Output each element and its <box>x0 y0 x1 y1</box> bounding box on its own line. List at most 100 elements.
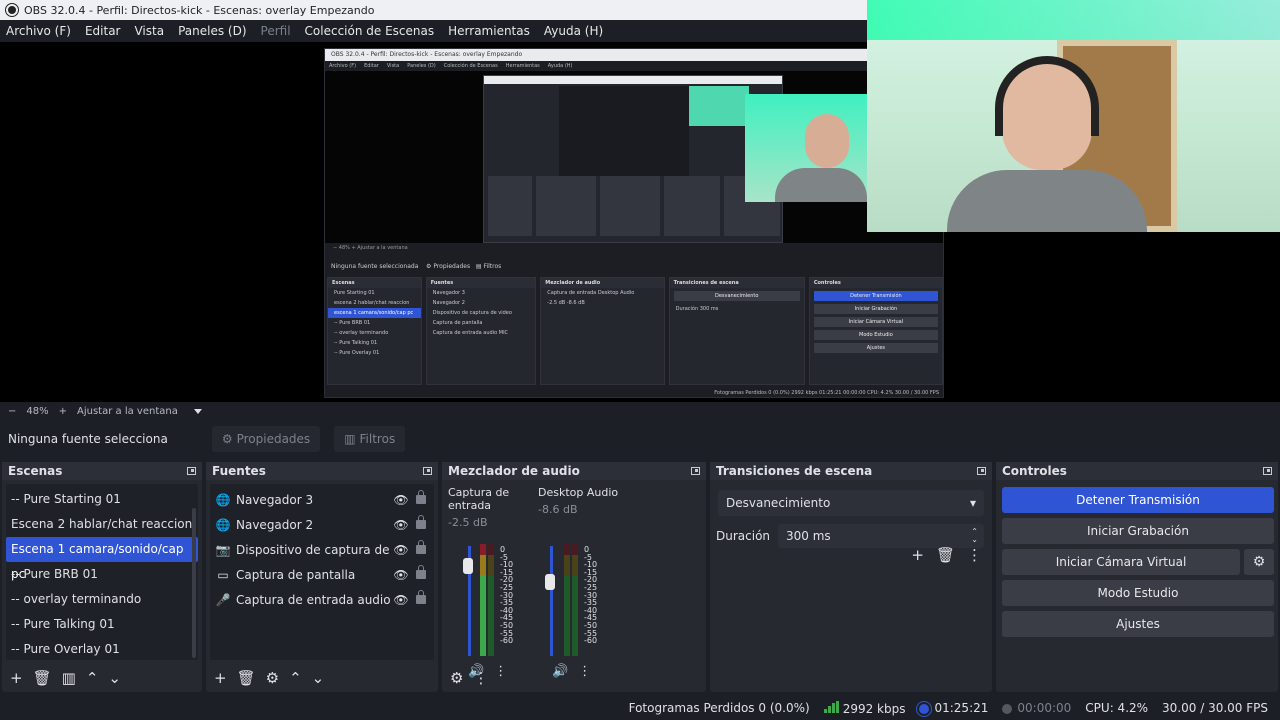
volume-slider-handle[interactable] <box>545 574 555 590</box>
scenes-scrollbar[interactable] <box>192 508 196 658</box>
trash-icon[interactable]: 🗑 <box>237 669 256 687</box>
start-recording-button[interactable]: Iniciar Grabación <box>1002 518 1274 544</box>
arrow-up-icon[interactable]: ⌃ <box>289 669 302 687</box>
eye-icon[interactable]: 👁 <box>392 518 410 532</box>
lock-icon[interactable] <box>416 490 426 504</box>
undock-icon[interactable] <box>187 467 196 475</box>
menu-herramientas[interactable]: Herramientas <box>448 24 530 38</box>
nested-control-button: Ajustes <box>813 343 939 353</box>
menu-paneles[interactable]: Paneles (D) <box>178 24 246 38</box>
menu-perfil[interactable]: Perfil <box>261 24 291 38</box>
transition-select[interactable]: Desvanecimiento ▾ <box>718 490 984 516</box>
add-source-icon[interactable]: + <box>214 669 227 687</box>
kebab-menu-icon[interactable]: ⋮ <box>473 669 488 687</box>
trash-icon[interactable]: 🗑 <box>936 546 955 564</box>
scene-item[interactable]: -- Pure Overlay 01 <box>6 637 198 662</box>
menu-ayuda[interactable]: Ayuda (H) <box>544 24 603 38</box>
gear-icon[interactable]: ⚙ <box>266 669 279 687</box>
eye-icon[interactable]: 👁 <box>392 593 410 607</box>
nested-scene-item: escena 1 camara/sonido/cap pc <box>328 308 421 318</box>
nested-properties: Propiedades <box>433 263 471 270</box>
globe-icon: 🌐 <box>215 492 231 507</box>
eye-icon[interactable]: 👁 <box>392 543 410 557</box>
duration-spinbox[interactable]: 300 ms ⌃ ⌄ <box>778 524 984 548</box>
lock-icon[interactable] <box>416 540 426 554</box>
trash-icon[interactable]: 🗑 <box>33 669 52 687</box>
menu-archivo[interactable]: Archivo (F) <box>6 24 71 38</box>
add-scene-icon[interactable]: + <box>10 669 23 687</box>
camera-icon: 📷 <box>215 542 231 557</box>
scene-item[interactable]: -- Pure Starting 01 <box>6 487 198 512</box>
undock-icon[interactable] <box>423 467 432 475</box>
bitrate-value: 2992 kbps <box>842 701 906 716</box>
scene-item[interactable]: -- overlay terminando <box>6 587 198 612</box>
channel-name: Desktop Audio <box>538 486 619 499</box>
zoom-out-button[interactable]: − <box>8 406 16 417</box>
spin-arrows-icon[interactable]: ⌃ ⌄ <box>971 528 978 544</box>
scale-tick: -60 <box>584 636 598 646</box>
source-item[interactable]: 🎤 Captura de entrada audio MIC 👁 <box>210 587 434 612</box>
undock-icon[interactable] <box>691 467 700 475</box>
stream-timer: 01:25:21 <box>919 701 988 715</box>
nested-menu-item: Editar <box>364 63 379 69</box>
nested-menu-item: Colección de Escenas <box>443 63 498 69</box>
nested-scene-item: escena 2 hablar/chat reaccion <box>334 300 410 306</box>
scene-item-selected[interactable]: Escena 1 camara/sonido/cap pc <box>6 537 198 581</box>
stream-time: 01:25:21 <box>934 701 989 715</box>
nested-filters: Filtros <box>483 263 502 270</box>
nested-duration: Duración 300 ms <box>670 304 804 314</box>
source-item[interactable]: 🌐 Navegador 2 👁 <box>210 512 434 537</box>
eye-icon[interactable]: 👁 <box>392 493 410 507</box>
zoom-in-button[interactable]: + <box>59 406 67 417</box>
lock-icon[interactable] <box>416 590 426 604</box>
source-item[interactable]: ▭ Captura de pantalla 👁 <box>210 562 434 587</box>
nested-window-title: OBS 32.0.4 - Perfil: Directos-kick - Esc… <box>325 49 943 61</box>
source-item[interactable]: 🌐 Navegador 3 👁 <box>210 487 434 512</box>
menu-editar[interactable]: Editar <box>85 24 121 38</box>
volume-slider[interactable] <box>550 546 553 656</box>
properties-button[interactable]: ⚙ Propiedades <box>211 426 321 452</box>
mixer-dock-header: Mezclador de audio <box>442 462 706 480</box>
scene-item[interactable]: Escena 2 hablar/chat reaccion <box>6 512 198 537</box>
menu-coleccion-escenas[interactable]: Colección de Escenas <box>305 24 435 38</box>
settings-button[interactable]: Ajustes <box>1002 611 1274 637</box>
filter-icon[interactable]: ▥ <box>62 669 76 687</box>
kebab-menu-icon[interactable]: ⋮ <box>967 546 982 564</box>
start-virtual-camera-button[interactable]: Iniciar Cámara Virtual <box>1002 549 1240 575</box>
scene-item[interactable]: -- Pure Talking 01 <box>6 612 198 637</box>
scenes-dock-header: Escenas <box>2 462 202 480</box>
lock-icon[interactable] <box>416 515 426 529</box>
audio-mixer-dock: Mezclador de audio Captura de entrada -2… <box>442 462 706 692</box>
properties-label: Propiedades <box>236 432 311 446</box>
streamer-person <box>947 50 1147 232</box>
gear-icon[interactable]: ⚙ <box>1244 549 1274 575</box>
undock-icon[interactable] <box>1263 467 1272 475</box>
eye-icon[interactable]: 👁 <box>392 568 410 582</box>
nested-docks: Escenas Pure Starting 01 escena 2 hablar… <box>325 277 943 385</box>
menu-vista[interactable]: Vista <box>134 24 164 38</box>
arrow-down-icon[interactable]: ⌄ <box>108 669 121 687</box>
advanced-audio-icon[interactable]: ⚙ <box>450 669 463 687</box>
nested-controls-dock: Controles Detener Transmisión Iniciar Gr… <box>808 277 943 385</box>
volume-slider-handle[interactable] <box>463 558 473 574</box>
filters-button[interactable]: ▥ Filtros <box>334 426 406 452</box>
stop-streaming-button[interactable]: Detener Transmisión <box>1002 487 1274 513</box>
channel-db: -2.5 dB <box>448 516 488 529</box>
chevron-down-icon[interactable] <box>193 408 202 414</box>
arrow-up-icon[interactable]: ⌃ <box>86 669 99 687</box>
scene-item[interactable]: -- Pure BRB 01 <box>6 562 198 587</box>
mixer-channel-desktop: Desktop Audio -8.6 dB 0 -5 -10 -15 -20 -… <box>538 486 628 679</box>
studio-mode-button[interactable]: Modo Estudio <box>1002 580 1274 606</box>
sources-dock: Fuentes 🌐 Navegador 3 👁 🌐 Navegador 2 👁 … <box>206 462 438 692</box>
fit-to-window-select[interactable]: Ajustar a la ventana <box>77 406 178 417</box>
nested-mixer-db: -2.5 dB -8.6 dB <box>541 298 663 308</box>
transition-tools: + 🗑 ⋮ <box>911 546 982 564</box>
nested-duration-value: 300 ms <box>699 306 719 312</box>
duration-label: Duración <box>716 529 771 543</box>
arrow-down-icon[interactable]: ⌄ <box>312 669 325 687</box>
add-transition-icon[interactable]: + <box>911 546 924 564</box>
level-meter <box>488 544 494 656</box>
undock-icon[interactable] <box>977 467 986 475</box>
lock-icon[interactable] <box>416 565 426 579</box>
source-item[interactable]: 📷 Dispositivo de captura de video 👁 <box>210 537 434 562</box>
